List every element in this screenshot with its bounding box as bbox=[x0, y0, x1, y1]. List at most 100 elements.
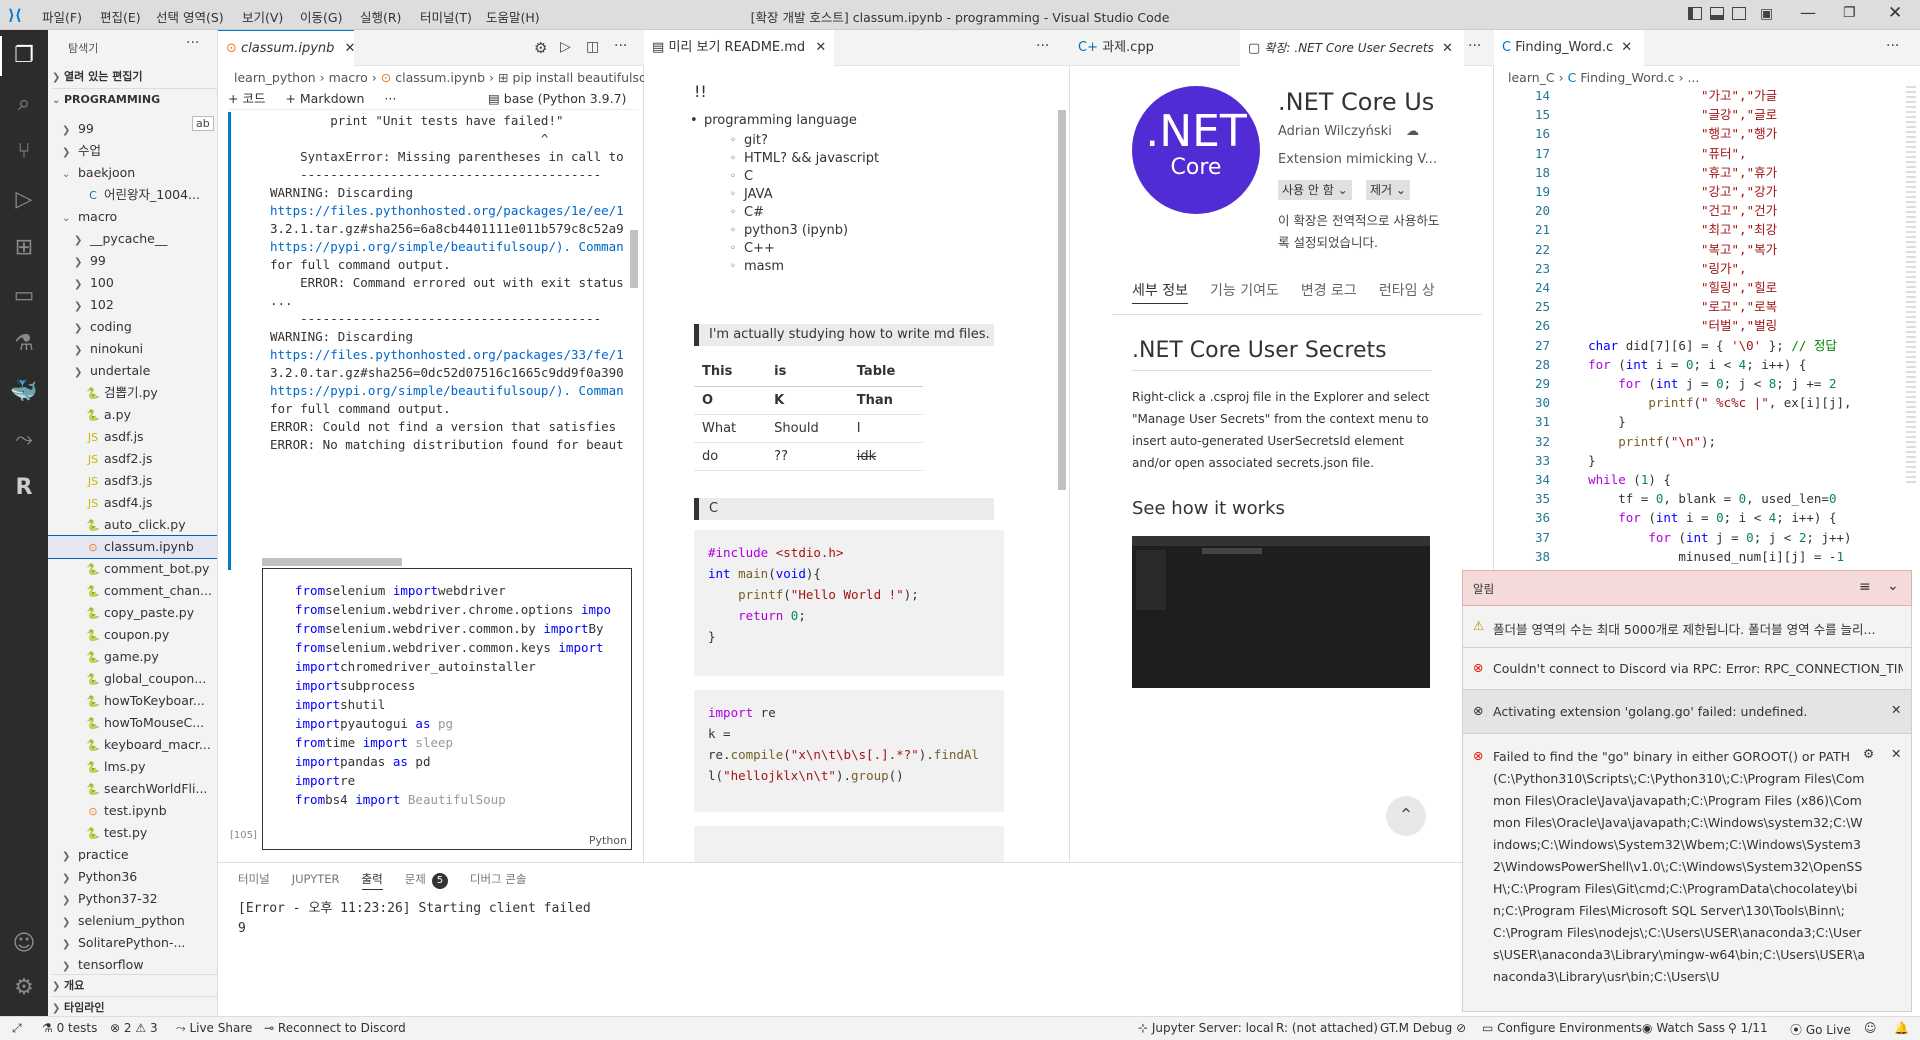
menu-item-7[interactable]: 도움말(H) bbox=[486, 7, 540, 26]
extensions-icon[interactable]: ⊞ bbox=[10, 234, 38, 262]
panel-tab[interactable]: 터미널 bbox=[238, 872, 270, 886]
jupyter-status[interactable]: ⊹ Jupyter Server: local bbox=[1138, 1021, 1274, 1035]
tree-item[interactable]: 🐍 test.py bbox=[48, 822, 217, 844]
account-icon[interactable]: ☺ bbox=[10, 930, 38, 958]
tree-item[interactable]: 🐍 game.py bbox=[48, 646, 217, 668]
tree-item[interactable]: ⌄ baekjoon bbox=[48, 162, 217, 184]
menu-item-6[interactable]: 터미널(T) bbox=[420, 7, 472, 26]
more-actions-icon[interactable]: ··· bbox=[614, 38, 627, 54]
output-line[interactable]: https://files.pythonhosted.org/packages/… bbox=[270, 202, 630, 220]
tab-classum[interactable]: ⊙ classum.ipynb ✕ bbox=[218, 30, 354, 66]
search-icon[interactable]: ⌕ bbox=[10, 90, 38, 118]
tree-item[interactable]: 🐍 comment_chan... bbox=[48, 580, 217, 602]
workspace-root[interactable]: ⌄ PROGRAMMING bbox=[52, 88, 217, 110]
toolbar-more-button[interactable]: ··· bbox=[384, 91, 396, 106]
tab-extension[interactable]: ▢ 확장: .NET Core User Secrets ✕ bbox=[1240, 30, 1464, 66]
layout-toggle-panel-icon[interactable] bbox=[1710, 7, 1724, 20]
tree-item[interactable]: ❯ SolitarePython-... bbox=[48, 932, 217, 954]
cell-source[interactable]: fromselenium importwebdriver fromselenium… bbox=[295, 581, 631, 831]
docker-icon[interactable]: 🐳 bbox=[10, 378, 38, 406]
tree-item[interactable]: 🐍 comment_bot.py bbox=[48, 558, 217, 580]
live-share-status[interactable]: ⤳ Live Share bbox=[176, 1021, 252, 1036]
crumb-learn-c[interactable]: learn_C bbox=[1508, 70, 1555, 85]
run-icon[interactable]: ▷ bbox=[560, 39, 571, 55]
detail-tab[interactable]: 세부 정보 bbox=[1132, 283, 1188, 304]
chevron-down-icon[interactable]: ⌄ bbox=[1887, 578, 1899, 594]
tree-item[interactable]: ❯ tensorflow bbox=[48, 954, 217, 976]
tree-item[interactable]: 🐍 searchWorldFli... bbox=[48, 778, 217, 800]
remote-indicator-icon[interactable]: ⤢ bbox=[12, 1021, 22, 1036]
scroll-to-top-button[interactable]: ⌃ bbox=[1386, 796, 1426, 836]
remote-explorer-icon[interactable]: ▭ bbox=[10, 282, 38, 310]
r-status[interactable]: R: (not attached) bbox=[1276, 1021, 1378, 1035]
detail-tab[interactable]: 변경 로그 bbox=[1301, 283, 1357, 299]
explorer-icon[interactable]: ❐ bbox=[10, 42, 38, 70]
customize-layout-icon[interactable]: ▣ bbox=[1760, 6, 1773, 22]
add-code-cell-button[interactable]: + 코드 bbox=[228, 91, 265, 106]
uninstall-button[interactable]: 제거 ⌄ bbox=[1366, 180, 1410, 200]
tree-item[interactable]: ❯ 102 bbox=[48, 294, 217, 316]
cell-language[interactable]: Python bbox=[589, 834, 627, 847]
outline-section[interactable]: ❯ 개요 bbox=[52, 974, 217, 996]
watch-sass-status[interactable]: ◉ Watch Sass bbox=[1642, 1021, 1725, 1035]
output-line[interactable]: https://pypi.org/simple/beautifulsoup/).… bbox=[270, 382, 630, 400]
minimize-button[interactable]: — bbox=[1800, 3, 1816, 22]
panel-tab[interactable]: JUPYTER bbox=[292, 872, 340, 886]
clear-all-icon[interactable]: ≡ bbox=[1859, 579, 1871, 595]
panel-tab[interactable]: 출력 bbox=[361, 872, 383, 890]
tree-item[interactable]: 🐍 keyboard_macr... bbox=[48, 734, 217, 756]
code-editor[interactable]: "가고","가글 "글강","글로 "행고","행가 "퓨터", "휴고","휴… bbox=[1558, 86, 1912, 606]
tree-item[interactable]: JS asdf4.js bbox=[48, 492, 217, 514]
disable-button[interactable]: 사용 안 함 ⌄ bbox=[1278, 180, 1352, 200]
tree-item[interactable]: ❯ practice bbox=[48, 844, 217, 866]
tree-item[interactable]: ⊙ classum.ipynb bbox=[48, 535, 217, 559]
live-share-icon[interactable]: ⤳ bbox=[10, 426, 38, 454]
tree-item[interactable]: JS asdf.js bbox=[48, 426, 217, 448]
tree-item[interactable]: ❯ selenium_python bbox=[48, 910, 217, 932]
output-console[interactable]: [Error - 오후 11:23:26] Starting client fa… bbox=[238, 899, 1438, 939]
crumb-learn-python[interactable]: learn_python bbox=[234, 70, 316, 85]
detail-tab[interactable]: 런타임 상 bbox=[1379, 283, 1435, 299]
crumb-file[interactable]: Finding_Word.c bbox=[1580, 70, 1674, 85]
layout-toggle-sidebar-icon[interactable] bbox=[1688, 7, 1702, 20]
timeline-section[interactable]: ❯ 타임라인 bbox=[52, 996, 217, 1016]
menu-item-3[interactable]: 보기(V) bbox=[242, 7, 283, 26]
tests-status[interactable]: ⚗ 0 tests bbox=[42, 1021, 97, 1035]
tree-item[interactable]: ❯ 수업 bbox=[48, 140, 217, 162]
detail-tab[interactable]: 기능 기여도 bbox=[1210, 283, 1279, 299]
menu-item-4[interactable]: 이동(G) bbox=[300, 7, 342, 26]
crumb-classum[interactable]: classum.ipynb bbox=[395, 70, 485, 85]
feedback-icon[interactable]: ☺ bbox=[1864, 1021, 1877, 1035]
kernel-selector[interactable]: ▤ base (Python 3.9.7) bbox=[488, 88, 626, 110]
panel-tab[interactable]: 문제 bbox=[405, 872, 426, 886]
tree-item[interactable]: 🐍 auto_click.py bbox=[48, 514, 217, 536]
tree-item[interactable]: 🐍 a.py bbox=[48, 404, 217, 426]
settings-gear-icon[interactable]: ⚙ bbox=[10, 974, 38, 1002]
r-icon[interactable]: R bbox=[10, 474, 38, 502]
tree-item[interactable]: ⊙ test.ipynb bbox=[48, 800, 217, 822]
menu-item-1[interactable]: 편집(E) bbox=[100, 7, 141, 26]
close-tab-icon[interactable]: ✕ bbox=[815, 40, 826, 55]
notification-warning[interactable]: ⚠ 폴더블 영역의 수는 최대 5000개로 제한됩니다. 폴더블 영역 수를 … bbox=[1462, 606, 1912, 648]
tree-item[interactable]: 🐍 검뽑기.py bbox=[48, 382, 217, 404]
go-live-status[interactable]: ⦿ Go Live bbox=[1790, 1021, 1851, 1038]
menu-item-5[interactable]: 실행(R) bbox=[360, 7, 401, 26]
close-notification-icon[interactable]: ✕ bbox=[1891, 702, 1901, 717]
notification-settings-icon[interactable]: ⚙ bbox=[1863, 746, 1874, 761]
problems-status[interactable]: ⊗ 2 ⚠ 3 bbox=[110, 1021, 158, 1035]
notification-error-go-binary[interactable]: ⊗ Failed to find the "go" binary in eith… bbox=[1462, 734, 1912, 1012]
page-status[interactable]: ⚲ 1/11 bbox=[1728, 1021, 1768, 1035]
tree-item[interactable]: ❯ Python36 bbox=[48, 866, 217, 888]
output-horizontal-scrollbar[interactable] bbox=[262, 558, 402, 566]
split-editor-icon[interactable]: ◫ bbox=[586, 39, 599, 55]
tree-item[interactable]: ❯ ninokuni bbox=[48, 338, 217, 360]
tree-item[interactable]: 🐍 lms.py bbox=[48, 756, 217, 778]
output-vertical-scrollbar[interactable] bbox=[630, 230, 638, 288]
tree-item[interactable]: JS asdf3.js bbox=[48, 470, 217, 492]
notification-error-golang[interactable]: ⊗ Activating extension 'golang.go' faile… bbox=[1462, 690, 1912, 734]
more-actions-icon[interactable]: ··· bbox=[1036, 38, 1049, 54]
tree-item[interactable]: 🐍 copy_paste.py bbox=[48, 602, 217, 624]
source-control-icon[interactable]: ⑂ bbox=[10, 138, 38, 166]
tree-item[interactable]: 🐍 howToKeyboar... bbox=[48, 690, 217, 712]
code-cell[interactable]: fromselenium importwebdriver fromselenium… bbox=[262, 568, 632, 850]
